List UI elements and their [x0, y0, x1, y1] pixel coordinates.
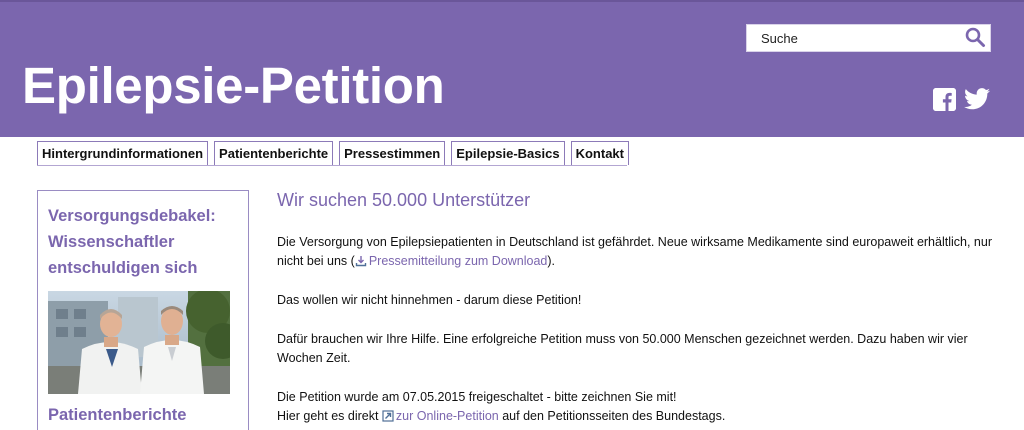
- tab-kontakt[interactable]: Kontakt: [570, 141, 629, 165]
- download-icon: [355, 256, 367, 267]
- petition-link-post: auf den Petitionsseiten des Bundestags.: [498, 409, 726, 423]
- search-box: [746, 24, 991, 52]
- site-header: Epilepsie-Petition: [0, 0, 1024, 137]
- intro-paragraph: Die Versorgung von Epilepsiepatienten in…: [277, 233, 1007, 271]
- petition-link-pre: Hier geht es direkt: [277, 409, 382, 423]
- sidebar-article-heading[interactable]: Versorgungsdebakel: Wissenschaftler ents…: [48, 203, 238, 281]
- nav-divider: [37, 165, 627, 166]
- external-link-icon: [382, 410, 394, 422]
- tab-pressestimmen[interactable]: Pressestimmen: [339, 141, 446, 165]
- site-title[interactable]: Epilepsie-Petition: [22, 60, 445, 111]
- twitter-icon: [964, 88, 990, 110]
- tab-epilepsie-basics[interactable]: Epilepsie-Basics: [451, 141, 565, 165]
- press-release-download-link[interactable]: Pressemitteilung zum Download: [369, 254, 548, 268]
- facebook-link[interactable]: [933, 88, 956, 111]
- search-icon: [965, 27, 985, 47]
- search-button[interactable]: [962, 26, 988, 50]
- tab-hintergrundinformationen[interactable]: Hintergrundinformationen: [37, 141, 209, 165]
- help-paragraph: Dafür brauchen wir Ihre Hilfe. Eine erfo…: [277, 332, 968, 365]
- sidebar: Versorgungsdebakel: Wissenschaftler ents…: [37, 190, 249, 430]
- petition-paragraph: Die Petition wurde am 07.05.2015 freiges…: [277, 388, 1007, 426]
- main-content: Wir suchen 50.000 Unterstützer Die Verso…: [277, 189, 1007, 426]
- sidebar-video-thumbnail[interactable]: [48, 291, 230, 394]
- search-input[interactable]: [747, 25, 959, 51]
- facebook-icon: [933, 88, 956, 111]
- main-navigation: Hintergrundinformationen Patientenberich…: [37, 141, 635, 165]
- petition-date-text: Die Petition wurde am 07.05.2015 freiges…: [277, 390, 677, 404]
- page-title: Wir suchen 50.000 Unterstützer: [277, 190, 531, 210]
- intro-end: ).: [547, 254, 556, 268]
- tab-patientenberichte[interactable]: Patientenberichte: [214, 141, 334, 165]
- sidebar-patientenberichte-heading[interactable]: Patientenberichte: [48, 406, 238, 425]
- twitter-link[interactable]: [964, 88, 990, 115]
- statement-paragraph: Das wollen wir nicht hinnehmen - darum d…: [277, 293, 582, 307]
- video-still-image: [48, 291, 230, 394]
- online-petition-link[interactable]: zur Online-Petition: [396, 409, 499, 423]
